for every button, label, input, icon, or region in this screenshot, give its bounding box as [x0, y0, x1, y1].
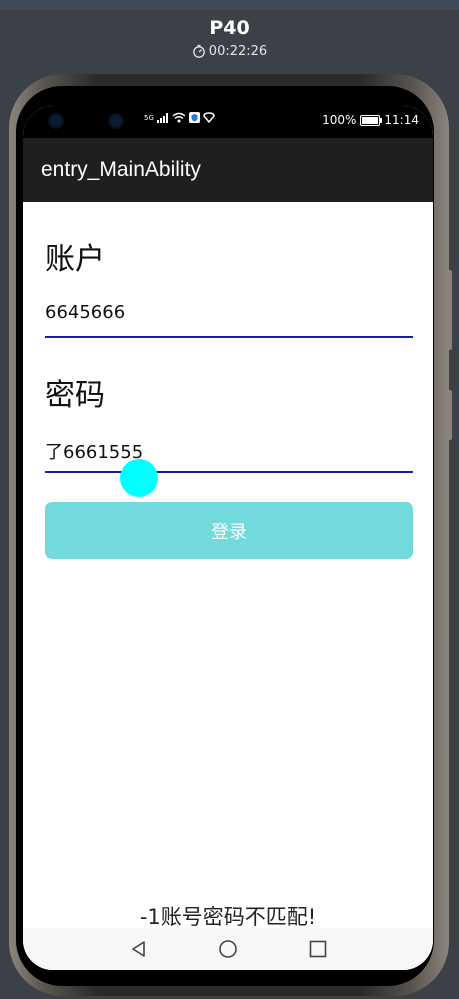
- stopwatch-icon: [192, 44, 205, 58]
- battery-icon: [360, 114, 383, 126]
- volume-button: [448, 270, 452, 350]
- shield-icon: [188, 112, 200, 123]
- session-timer: 00:22:26: [0, 44, 459, 59]
- recents-icon[interactable]: [308, 939, 328, 959]
- device-screen: 5G 100% 11:14 entry_MainAbility 账户 66456…: [23, 106, 433, 970]
- network-type: 5G: [144, 113, 154, 122]
- power-button: [448, 390, 452, 440]
- wifi-icon: [172, 112, 186, 123]
- location-icon: [203, 112, 215, 123]
- password-underline: [45, 471, 413, 473]
- login-button[interactable]: 登录: [45, 502, 413, 559]
- app-bar: entry_MainAbility: [23, 138, 433, 202]
- status-icons-left: 5G: [144, 112, 215, 123]
- device-name: P40: [209, 17, 250, 39]
- emulator-top-strip: [0, 0, 459, 10]
- battery-percent: 100%: [322, 113, 357, 127]
- status-icons-right: 100% 11:14: [322, 113, 419, 127]
- text-cursor-handle[interactable]: [120, 459, 158, 497]
- front-camera-left: [50, 115, 62, 127]
- account-label: 账户: [45, 242, 105, 277]
- signal-icon: [156, 112, 168, 123]
- home-icon[interactable]: [218, 939, 238, 959]
- front-camera-right: [110, 115, 122, 127]
- clock: 11:14: [384, 113, 419, 127]
- toast-message: -1账号密码不匹配!: [139, 905, 317, 929]
- back-icon[interactable]: [129, 939, 149, 959]
- account-underline: [45, 336, 413, 338]
- account-input[interactable]: 6645666: [45, 302, 125, 323]
- status-bar: 5G 100% 11:14: [23, 106, 433, 138]
- password-input[interactable]: 了6661555: [45, 438, 143, 464]
- app-title: entry_MainAbility: [41, 158, 201, 181]
- password-label: 密码: [45, 378, 105, 413]
- navigation-bar: [23, 928, 433, 970]
- timer-text: 00:22:26: [208, 44, 268, 59]
